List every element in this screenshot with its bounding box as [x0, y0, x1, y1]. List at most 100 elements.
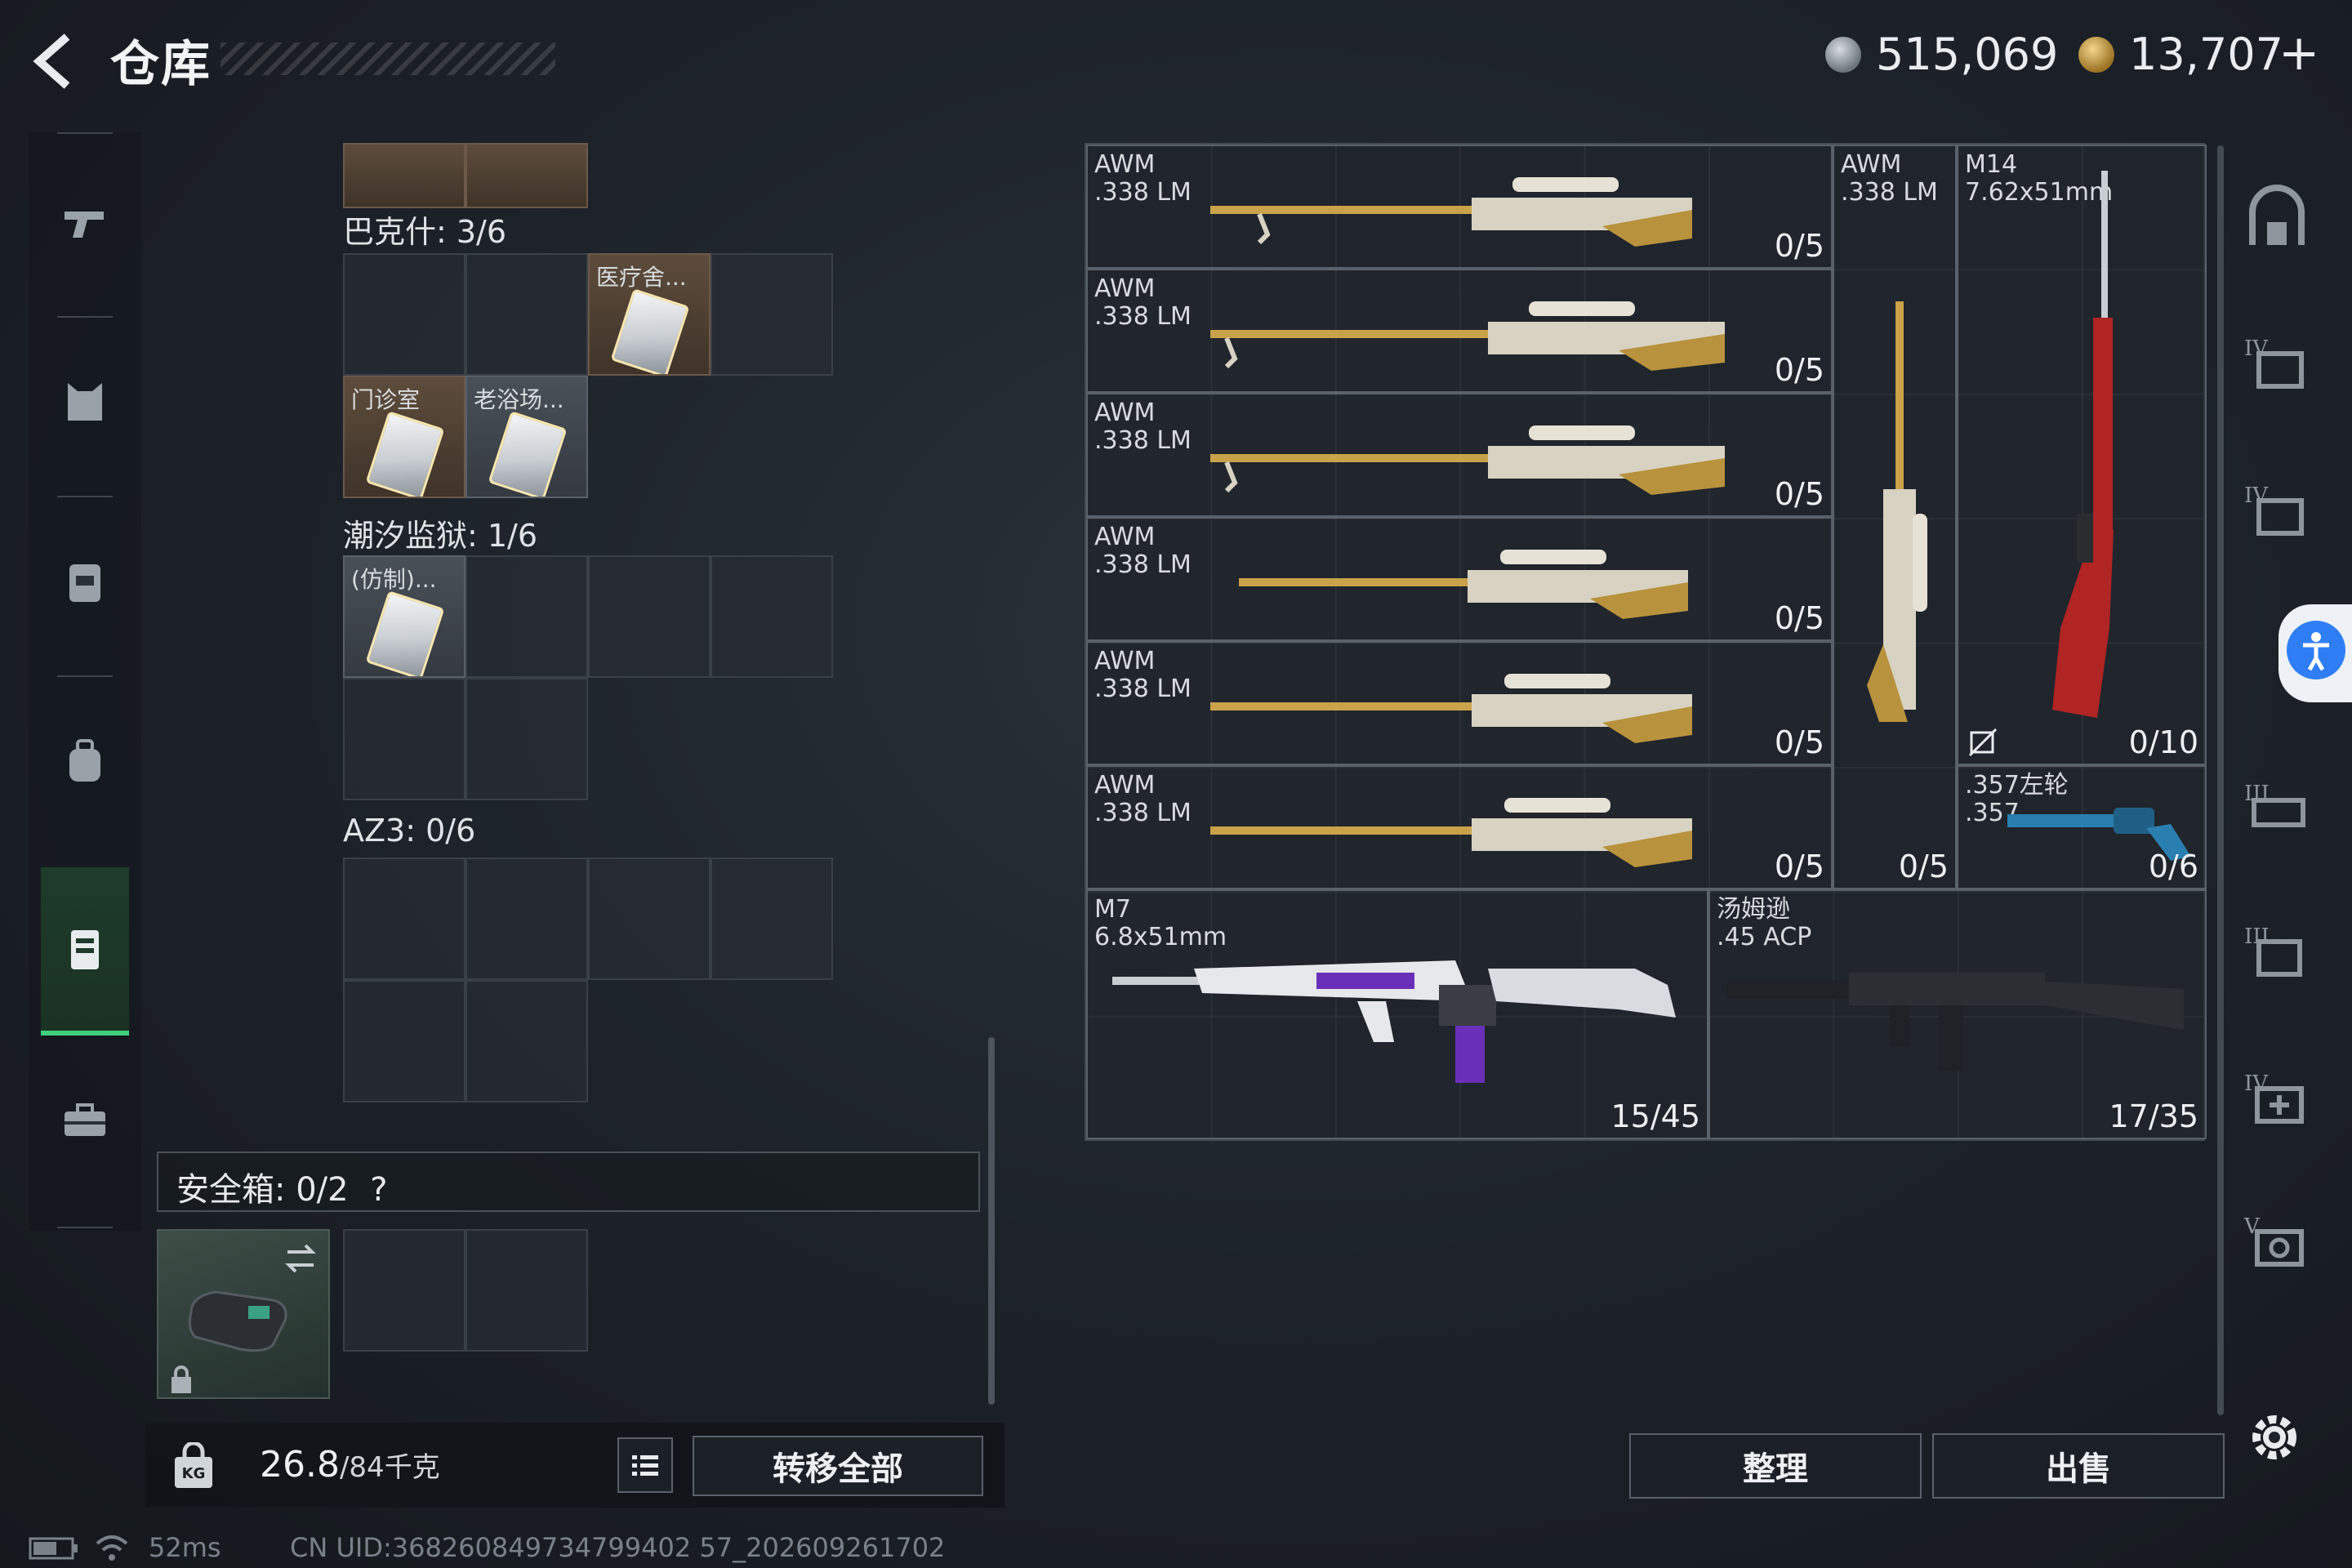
- transfer-all-button[interactable]: 转移全部: [693, 1436, 983, 1496]
- weapon-count: 17/35: [2109, 1098, 2198, 1134]
- grid-cell[interactable]: [466, 253, 588, 376]
- medical-container-icon[interactable]: IV: [2236, 1058, 2318, 1139]
- container-tier5-icon[interactable]: V: [2236, 1200, 2318, 1282]
- weapon-item-m7[interactable]: M7 6.8x51mm 15/45: [1086, 889, 1708, 1139]
- weapon-name: AWM .338 LM: [1094, 771, 1192, 827]
- weapon-count: 0/5: [1898, 849, 1949, 884]
- weapon-count: 15/45: [1610, 1098, 1700, 1134]
- nav-case[interactable]: [41, 867, 129, 1036]
- silver-currency: 515,069: [1825, 29, 2058, 80]
- help-icon[interactable]: ?: [370, 1171, 387, 1209]
- section-label: AZ3: 0/6: [343, 813, 476, 849]
- gold-currency: 13,707: [2078, 29, 2283, 80]
- grid-cell[interactable]: [588, 858, 710, 980]
- left-nav: [29, 132, 141, 1231]
- keycard-icon: [488, 411, 568, 497]
- safe-box-item[interactable]: [157, 1229, 330, 1399]
- nav-weapons[interactable]: [29, 140, 141, 304]
- grid-cell[interactable]: [343, 678, 466, 800]
- battery-icon: [29, 1537, 78, 1560]
- nav-toolbox[interactable]: [29, 1039, 141, 1202]
- stash-scrollbar[interactable]: [2217, 145, 2224, 1415]
- assault-rifle-icon: [1112, 960, 1676, 1083]
- weapon-item-awm[interactable]: AWM .338 LM 0/5: [1086, 517, 1833, 641]
- accessibility-button[interactable]: [2278, 604, 2352, 702]
- weapon-item-thompson[interactable]: 汤姆逊 .45 ACP 17/35: [1708, 889, 2207, 1139]
- nav-armor[interactable]: [29, 320, 141, 483]
- gold-amount: 13,707: [2129, 29, 2283, 80]
- settings-gear-icon[interactable]: [2242, 1405, 2307, 1470]
- uid-text: CN UID:368260849734799402 57_20260926170…: [290, 1532, 946, 1563]
- container-tier4-icon[interactable]: IV: [2236, 323, 2318, 404]
- inventory-item[interactable]: 门诊室: [343, 376, 466, 498]
- keycard-icon: [365, 411, 445, 497]
- safe-box-header: 安全箱: 0/2 ?: [157, 1152, 980, 1212]
- toolbox-icon: [65, 1103, 105, 1136]
- grid-cell[interactable]: [343, 980, 466, 1102]
- safe-box-label: 安全箱: 0/2 ?: [176, 1171, 388, 1209]
- grid-cell[interactable]: [466, 555, 588, 678]
- inventory-item[interactable]: 医疗舍...: [588, 253, 710, 376]
- inventory-scrollbar[interactable]: [988, 1037, 995, 1405]
- weapon-item-m14[interactable]: M14 7.62x51mm 0/10: [1957, 145, 2207, 765]
- grid-cell[interactable]: [710, 555, 833, 678]
- weapon-item-revolver[interactable]: .357左轮 .357 0/6: [1957, 765, 2207, 889]
- item-name: 医疗舍...: [596, 264, 687, 291]
- weapon-item-awm[interactable]: AWM .338 LM 0/5: [1086, 393, 1833, 517]
- sniper-rifle-icon: [1210, 674, 1692, 743]
- weapon-item-awm[interactable]: AWM .338 LM 0/5: [1086, 145, 1833, 269]
- weapon-item-awm[interactable]: AWM .338 LM 0/5: [1086, 641, 1833, 765]
- secure-case-icon: [188, 1290, 287, 1352]
- container-tier4-icon[interactable]: IV: [2236, 470, 2318, 551]
- silver-amount: 515,069: [1876, 29, 2059, 80]
- grid-cell[interactable]: [466, 980, 588, 1102]
- add-currency-button[interactable]: +: [2278, 24, 2319, 82]
- vest-icon: [69, 564, 100, 602]
- safe-box-slot[interactable]: [343, 1229, 466, 1352]
- grid-cell[interactable]: [466, 858, 588, 980]
- inventory-item[interactable]: 老浴场...: [466, 376, 588, 498]
- weapon-name: AWM .338 LM: [1094, 647, 1192, 703]
- inventory-item[interactable]: (仿制)...: [343, 555, 466, 678]
- pistol-icon: [65, 212, 104, 238]
- container-tier3-icon[interactable]: III: [2236, 911, 2318, 992]
- list-view-button[interactable]: [617, 1437, 673, 1493]
- grid-cell[interactable]: [343, 253, 466, 376]
- list-icon: [632, 1455, 658, 1476]
- container-tier3-icon[interactable]: III: [2236, 768, 2318, 849]
- ping-text: 52ms: [149, 1532, 221, 1563]
- nav-backpack[interactable]: [29, 679, 141, 843]
- weapon-count: 0/5: [1774, 849, 1824, 884]
- grid-cell[interactable]: [710, 253, 833, 376]
- weapon-name: AWM .338 LM: [1841, 150, 1938, 207]
- back-button[interactable]: [24, 29, 90, 94]
- item-name: 门诊室: [351, 386, 421, 413]
- grid-cell[interactable]: [588, 555, 710, 678]
- title-decoration: [220, 42, 555, 75]
- grid-cell[interactable]: [466, 678, 588, 800]
- weight-max: /84千克: [339, 1451, 440, 1484]
- grid-cell[interactable]: [710, 858, 833, 980]
- armor-icon: [68, 383, 102, 421]
- inventory-item-partial[interactable]: [466, 143, 588, 208]
- weight-current: 26.8: [260, 1444, 340, 1486]
- weapon-name: AWM .338 LM: [1094, 523, 1192, 579]
- weapon-item-awm[interactable]: AWM .338 LM 0/5: [1086, 269, 1833, 393]
- sort-button[interactable]: 整理: [1629, 1433, 1922, 1499]
- sniper-rifle-icon: [1239, 550, 1688, 619]
- safe-box-slot[interactable]: [466, 1229, 588, 1352]
- weapon-item-awm[interactable]: AWM .338 LM 0/5: [1086, 765, 1833, 889]
- grid-cell[interactable]: [343, 858, 466, 980]
- sell-button[interactable]: 出售: [1932, 1433, 2225, 1499]
- weapon-item-awm-vertical[interactable]: AWM .338 LM 0/5: [1833, 145, 1957, 889]
- stash-grid: AWM .338 LM 0/5 AWM .338 LM 0/5 AWM .338 LM…: [1085, 143, 2207, 1141]
- silver-coin-icon: [1825, 36, 1861, 73]
- swap-icon[interactable]: [281, 1239, 320, 1278]
- inventory-item-partial[interactable]: [343, 143, 466, 208]
- page-title: 仓库: [110, 36, 212, 93]
- weapon-count: 0/5: [1774, 352, 1824, 388]
- status-bar: 52ms CN UID:368260849734799402 57_202609…: [0, 1527, 2352, 1568]
- nav-vest[interactable]: [29, 500, 141, 663]
- home-stash-icon[interactable]: [2236, 180, 2318, 261]
- backpack-icon: [69, 739, 100, 782]
